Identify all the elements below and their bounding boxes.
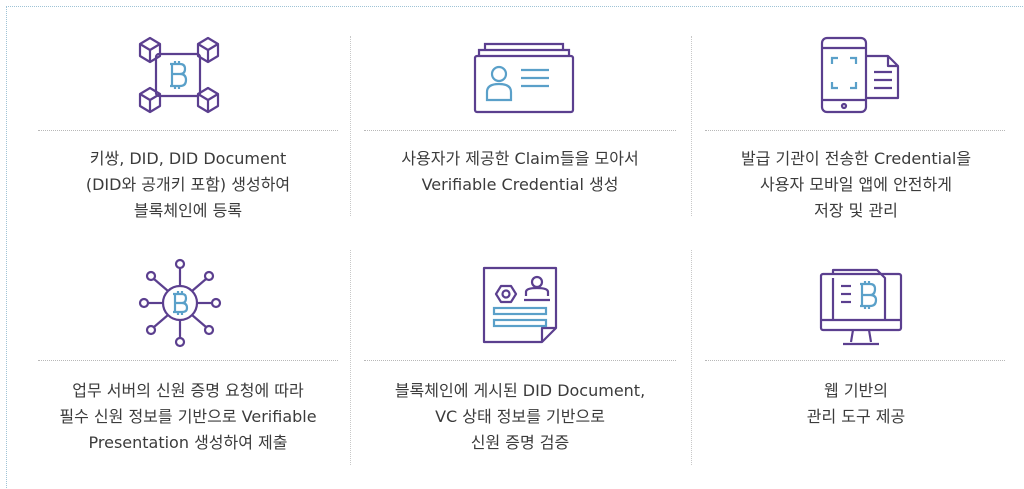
id-card-icon xyxy=(473,40,575,114)
blockchain-bitcoin-network-icon xyxy=(134,36,222,114)
bitcoin-hub-icon xyxy=(138,258,222,348)
mobile-document-icon xyxy=(820,36,902,114)
caption-identity-verification: 블록체인에 게시된 DID Document, VC 상태 정보를 기반으로 신… xyxy=(394,381,646,452)
caption-credential-storage: 발급 기관이 전송한 Credential을 사용자 모바일 앱에 안전하게 저… xyxy=(740,149,972,220)
caption-did-registration: 키쌍, DID, DID Document (DID와 공개키 포함) 생성하여… xyxy=(85,149,291,220)
certificate-document-icon xyxy=(482,266,562,344)
row-divider xyxy=(705,130,1005,131)
monitor-bitcoin-icon xyxy=(819,268,903,350)
row-divider xyxy=(38,360,338,361)
row-divider xyxy=(364,360,676,361)
caption-vp-submission: 업무 서버의 신원 증명 요청에 따라 필수 신원 정보를 기반으로 Verif… xyxy=(59,381,317,452)
row-divider xyxy=(38,130,338,131)
caption-web-admin-tool: 웹 기반의 관리 도구 제공 xyxy=(806,381,906,426)
row-divider xyxy=(705,360,1005,361)
column-divider xyxy=(691,250,692,465)
caption-vc-creation: 사용자가 제공한 Claim들을 모아서 Verifiable Credenti… xyxy=(401,149,639,194)
row-divider xyxy=(364,130,676,131)
